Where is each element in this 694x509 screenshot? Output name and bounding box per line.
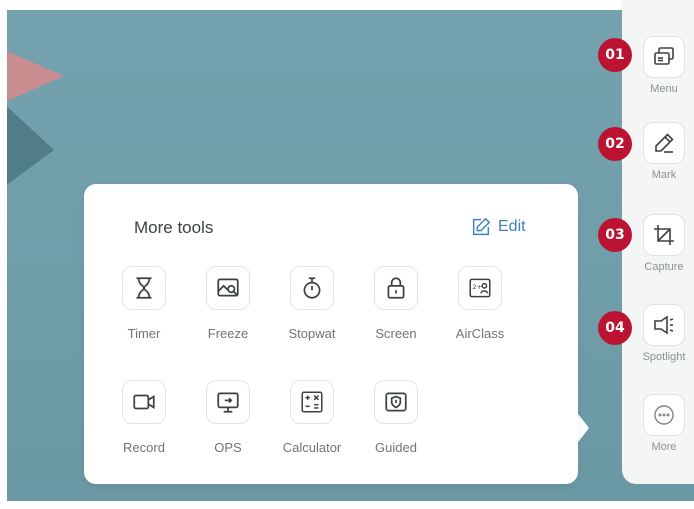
airclass-button[interactable]: 2+ bbox=[458, 266, 502, 310]
spotlight-icon bbox=[654, 315, 674, 335]
toolbar-item-menu[interactable]: Menu bbox=[636, 36, 692, 95]
capture-button[interactable] bbox=[643, 214, 685, 256]
step-badge: 04 bbox=[598, 311, 632, 345]
tool-label: Stopwat bbox=[288, 326, 336, 341]
stopwatch-button[interactable] bbox=[290, 266, 334, 310]
toolbar-label: Menu bbox=[650, 83, 678, 95]
wallpaper-shape bbox=[0, 48, 64, 104]
screenshot-border bbox=[0, 0, 694, 10]
tool-label: Freeze bbox=[207, 326, 249, 341]
calculator-icon bbox=[301, 391, 323, 413]
step-badge: 03 bbox=[598, 218, 632, 252]
calculator-button[interactable] bbox=[290, 380, 334, 424]
tool-label: Screen bbox=[375, 326, 417, 341]
toolbar-label: Mark bbox=[651, 169, 677, 181]
more-tools-panel: More tools Edit Timer Freeze Stopwat Scr… bbox=[84, 184, 578, 484]
hourglass-icon bbox=[136, 277, 152, 299]
screen-lock-button[interactable] bbox=[374, 266, 418, 310]
menu-button[interactable] bbox=[643, 36, 685, 78]
edit-label: Edit bbox=[498, 218, 526, 235]
more-dots-icon bbox=[654, 405, 674, 425]
step-badge: 02 bbox=[598, 127, 632, 161]
screenshot-border bbox=[0, 0, 7, 509]
tool-label: Timer bbox=[127, 326, 161, 341]
tool-label: Calculator bbox=[282, 440, 342, 455]
toolbar-item-capture[interactable]: Capture bbox=[636, 214, 692, 273]
tool-timer[interactable]: Timer bbox=[106, 266, 182, 341]
window-switch-icon bbox=[654, 47, 674, 65]
stopwatch-icon bbox=[303, 277, 321, 299]
tool-label: Record bbox=[123, 440, 165, 455]
tool-label: AirClass bbox=[455, 326, 505, 341]
side-toolbar: Menu Mark Capture Spotlight More bbox=[622, 0, 694, 484]
toolbar-item-mark[interactable]: Mark bbox=[636, 122, 692, 181]
record-button[interactable] bbox=[122, 380, 166, 424]
guided-button[interactable] bbox=[374, 380, 418, 424]
toolbar-label: More bbox=[651, 441, 677, 453]
edit-button[interactable]: Edit bbox=[470, 216, 526, 238]
guided-shield-icon bbox=[385, 392, 407, 412]
spotlight-button[interactable] bbox=[643, 304, 685, 346]
airclass-icon: 2+ bbox=[469, 278, 491, 298]
freeze-button[interactable] bbox=[206, 266, 250, 310]
toolbar-label: Capture bbox=[644, 261, 684, 273]
tool-calculator[interactable]: Calculator bbox=[274, 380, 350, 455]
lock-icon bbox=[387, 277, 405, 299]
ops-button[interactable] bbox=[206, 380, 250, 424]
edit-icon bbox=[472, 217, 491, 236]
crop-icon bbox=[654, 225, 674, 245]
tool-guided[interactable]: Guided bbox=[358, 380, 434, 455]
tool-screen[interactable]: Screen bbox=[358, 266, 434, 341]
step-badge: 01 bbox=[598, 38, 632, 72]
toolbar-item-more[interactable]: More bbox=[636, 394, 692, 453]
toolbar-label: Spotlight bbox=[642, 351, 686, 363]
mark-button[interactable] bbox=[643, 122, 685, 164]
more-button[interactable] bbox=[643, 394, 685, 436]
tool-label: OPS bbox=[214, 440, 242, 455]
video-camera-icon bbox=[133, 394, 155, 410]
tool-freeze[interactable]: Freeze bbox=[190, 266, 266, 341]
tool-airclass[interactable]: 2+ AirClass bbox=[442, 266, 518, 341]
tool-stopwatch[interactable]: Stopwat bbox=[274, 266, 350, 341]
timer-button[interactable] bbox=[122, 266, 166, 310]
monitor-icon bbox=[217, 392, 239, 413]
wallpaper-shape bbox=[0, 100, 54, 190]
freeze-image-icon bbox=[217, 278, 239, 297]
tool-label: Guided bbox=[375, 440, 417, 455]
panel-title: More tools bbox=[134, 218, 214, 237]
toolbar-item-spotlight[interactable]: Spotlight bbox=[636, 304, 692, 363]
screenshot-border bbox=[0, 501, 694, 509]
tool-record[interactable]: Record bbox=[106, 380, 182, 455]
pen-icon bbox=[655, 133, 674, 153]
tool-ops[interactable]: OPS bbox=[190, 380, 266, 455]
svg-text:2+: 2+ bbox=[472, 283, 482, 291]
